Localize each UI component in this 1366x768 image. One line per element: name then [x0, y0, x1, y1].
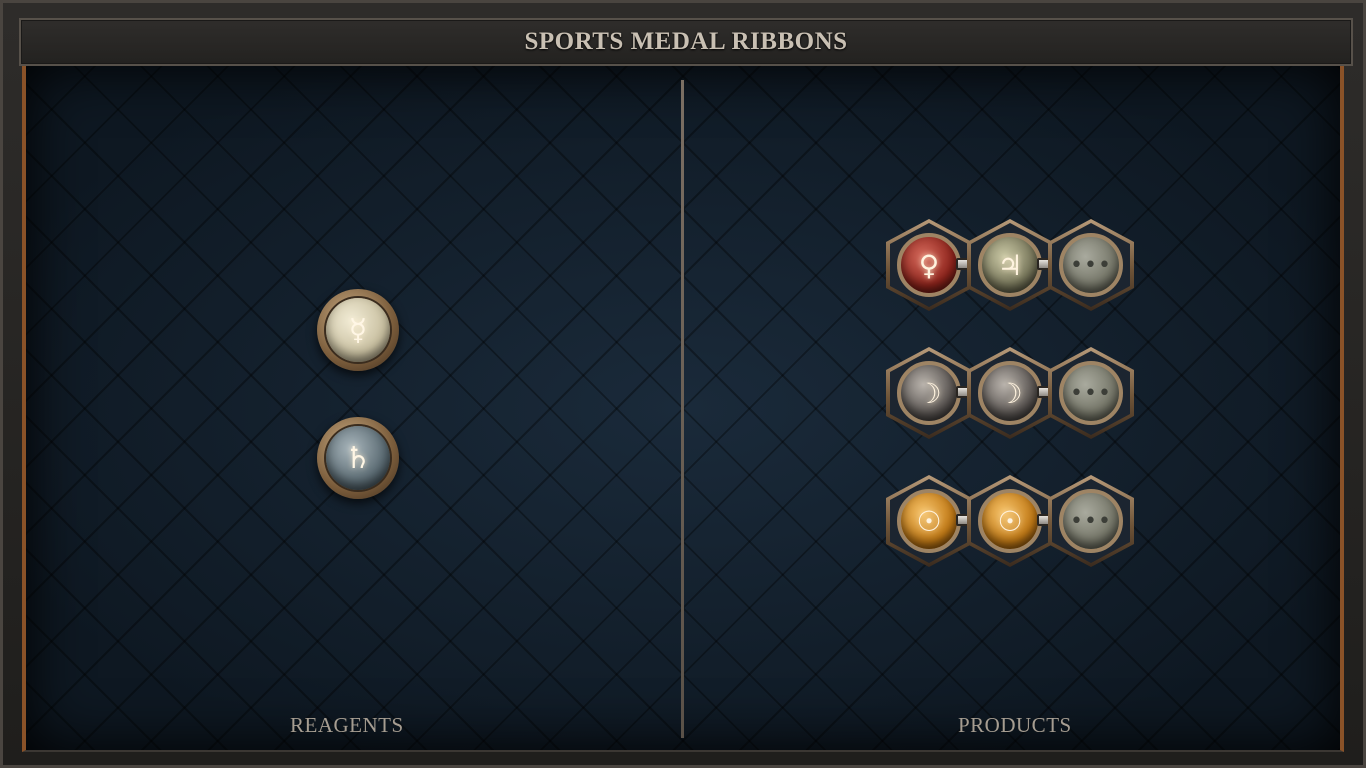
saturn-orb: ♄: [326, 426, 390, 490]
moon-icon: ☽: [997, 376, 1023, 410]
reagents-label: REAGENTS: [290, 713, 404, 737]
more-icon: •••: [1070, 380, 1112, 406]
mercury-icon: ☿: [348, 312, 368, 348]
saturn-icon: ♄: [344, 440, 372, 476]
products-label: PRODUCTS: [958, 713, 1072, 737]
mercury-orb: ☿: [326, 298, 390, 362]
panel-divider: [681, 80, 684, 738]
more-icon: •••: [1070, 508, 1112, 534]
jupiter-icon: ♃: [997, 248, 1023, 282]
page-title: SPORTS MEDAL RIBBONS: [524, 28, 848, 55]
venus-icon: ♀: [918, 248, 940, 282]
sun-icon: ☉: [997, 504, 1023, 538]
moon-icon: ☽: [916, 376, 942, 410]
reagent-saturn[interactable]: ♄: [313, 417, 403, 499]
more-icon: •••: [1070, 252, 1112, 278]
reagent-mercury[interactable]: ☿: [313, 289, 403, 371]
sun-icon: ☉: [916, 504, 942, 538]
title-bar: SPORTS MEDAL RIBBONS: [19, 18, 1353, 66]
